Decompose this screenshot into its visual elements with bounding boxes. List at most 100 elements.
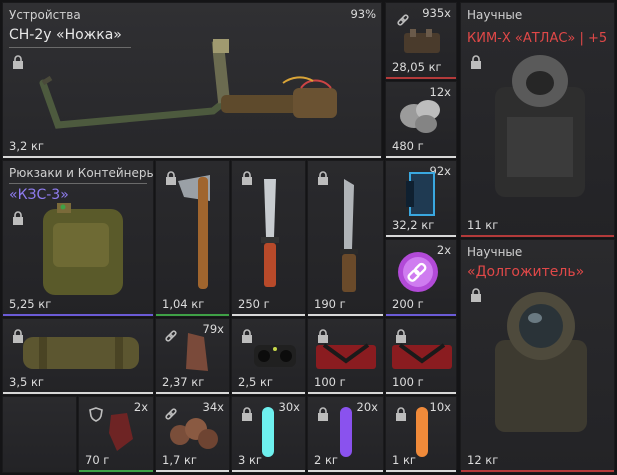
item-slot-metal[interactable]: 935x 28,05 кг bbox=[385, 2, 457, 80]
axe-image bbox=[178, 175, 210, 289]
item-slot-medkit[interactable]: 100 г bbox=[307, 318, 384, 395]
rarity-bar bbox=[386, 77, 456, 79]
rarity-bar bbox=[386, 470, 456, 472]
rarity-bar bbox=[79, 470, 153, 472]
rarity-bar bbox=[386, 156, 456, 158]
rarity-bar bbox=[156, 392, 229, 394]
category-label: Рюкзаки и Контейнеры bbox=[9, 166, 154, 180]
item-slot-binoculars[interactable]: 2,5 кг bbox=[231, 318, 306, 395]
medkit-image bbox=[392, 343, 452, 369]
metal-scrap-image bbox=[404, 29, 440, 53]
item-weight: 11 кг bbox=[467, 218, 499, 232]
item-weight: 480 г bbox=[392, 139, 424, 153]
item-weight: 190 г bbox=[314, 297, 346, 311]
rarity-bar bbox=[3, 314, 153, 316]
item-weight: 2,5 кг bbox=[238, 375, 273, 389]
item-weight: 200 г bbox=[392, 297, 424, 311]
link-badge-icon bbox=[398, 252, 438, 292]
stack-count: 30x bbox=[278, 400, 300, 414]
item-weight: 28,05 кг bbox=[392, 60, 442, 74]
item-slot-glowstick-purple[interactable]: 20x 2 кг bbox=[307, 396, 384, 473]
rarity-bar bbox=[3, 392, 153, 394]
item-weight: 1,04 кг bbox=[162, 297, 205, 311]
bark-image bbox=[186, 333, 208, 371]
stack-count: 935x bbox=[422, 6, 451, 20]
item-slot-knife[interactable]: 250 г bbox=[231, 160, 306, 317]
rarity-bar bbox=[386, 392, 456, 394]
item-slot-glowstick-orange[interactable]: 10x 1 кг bbox=[385, 396, 457, 473]
item-slot-knife-2[interactable]: 190 г bbox=[307, 160, 384, 317]
rarity-bar bbox=[232, 470, 305, 472]
stack-count: 20x bbox=[356, 400, 378, 414]
category-label: Устройства bbox=[9, 8, 81, 22]
item-weight: 100 г bbox=[392, 375, 424, 389]
item-weight: 12 кг bbox=[467, 453, 499, 467]
rarity-bar bbox=[386, 235, 456, 237]
category-label: Научные bbox=[467, 8, 523, 22]
lock-icon bbox=[242, 171, 252, 185]
rarity-bar bbox=[156, 470, 229, 472]
item-slot-medkit-2[interactable]: 100 г bbox=[385, 318, 457, 395]
item-weight: 5,25 кг bbox=[9, 297, 52, 311]
battery-image bbox=[406, 172, 435, 216]
rarity-bar bbox=[461, 470, 614, 472]
item-weight: 3,2 кг bbox=[9, 139, 44, 153]
link-icon bbox=[165, 330, 177, 342]
item-weight: 3 кг bbox=[238, 453, 262, 467]
lock-icon bbox=[471, 288, 481, 302]
medkit-image bbox=[316, 343, 376, 369]
lock-icon bbox=[396, 407, 406, 421]
rarity-bar bbox=[3, 156, 381, 158]
title-underline bbox=[9, 183, 147, 184]
stack-count: 10x bbox=[429, 400, 451, 414]
item-slot-mushrooms[interactable]: 34x 1,7 кг bbox=[155, 396, 230, 473]
item-weight: 250 г bbox=[238, 297, 270, 311]
item-slot-link-token[interactable]: 2x 200 г bbox=[385, 239, 457, 317]
rarity-bar bbox=[308, 314, 383, 316]
item-weight: 70 г bbox=[85, 453, 110, 467]
item-slot-battery[interactable]: 92x 32,2 кг bbox=[385, 160, 457, 238]
rarity-bar bbox=[232, 392, 305, 394]
goggles-image bbox=[254, 345, 296, 367]
item-slot-backpack[interactable]: Рюкзаки и Контейнеры «КЗС-3» 5,25 кг bbox=[2, 160, 154, 317]
container-image bbox=[23, 337, 139, 369]
knife-image bbox=[340, 179, 358, 292]
item-slot-glowstick-cyan[interactable]: 30x 3 кг bbox=[231, 396, 306, 473]
item-weight: 100 г bbox=[314, 375, 346, 389]
empty-slot[interactable] bbox=[2, 396, 77, 473]
lock-icon bbox=[471, 55, 481, 69]
lock-icon bbox=[13, 55, 23, 69]
rarity-bar bbox=[156, 314, 229, 316]
condition-percent: 93% bbox=[350, 7, 376, 21]
item-weight: 3,5 кг bbox=[9, 375, 44, 389]
item-weight: 1 кг bbox=[392, 453, 416, 467]
lock-icon bbox=[318, 407, 328, 421]
rarity-bar bbox=[308, 470, 383, 472]
rarity-bar bbox=[308, 392, 383, 394]
rarity-bar bbox=[232, 314, 305, 316]
rarity-bar bbox=[386, 314, 456, 316]
item-slot-longliver-suit[interactable]: Научные «Долгожитель» 12 кг bbox=[460, 239, 615, 473]
lock-icon bbox=[13, 211, 23, 225]
glowstick-image bbox=[340, 407, 352, 457]
item-weight: 32,2 кг bbox=[392, 218, 435, 232]
item-slot-bark[interactable]: 79x 2,37 кг bbox=[155, 318, 230, 395]
ore-image bbox=[400, 100, 440, 133]
item-weight: 1,7 кг bbox=[162, 453, 197, 467]
meat-image bbox=[109, 413, 133, 451]
suit-image bbox=[495, 292, 587, 432]
item-name: КИМ-Х «АТЛАС» | +5 bbox=[467, 31, 608, 46]
item-slot-atlas-suit[interactable]: Научные КИМ-Х «АТЛАС» | +5 11 кг bbox=[460, 2, 615, 238]
item-slot-ore[interactable]: 12x 480 г bbox=[385, 81, 457, 159]
item-slot-meat[interactable]: 2x 70 г bbox=[78, 396, 154, 473]
lock-icon bbox=[242, 407, 252, 421]
knife-image bbox=[261, 179, 279, 287]
item-slot-detector[interactable]: Устройства 93% СН-2у «Ножка» 3,2 кг bbox=[2, 2, 382, 159]
backpack-image bbox=[43, 203, 123, 295]
mushrooms-image bbox=[170, 418, 218, 449]
item-slot-axe[interactable]: 1,04 кг bbox=[155, 160, 230, 317]
item-slot-container[interactable]: 3,5 кг bbox=[2, 318, 154, 395]
stack-count: 34x bbox=[202, 400, 224, 414]
rarity-bar bbox=[461, 235, 614, 237]
item-weight: 2,37 кг bbox=[162, 375, 205, 389]
